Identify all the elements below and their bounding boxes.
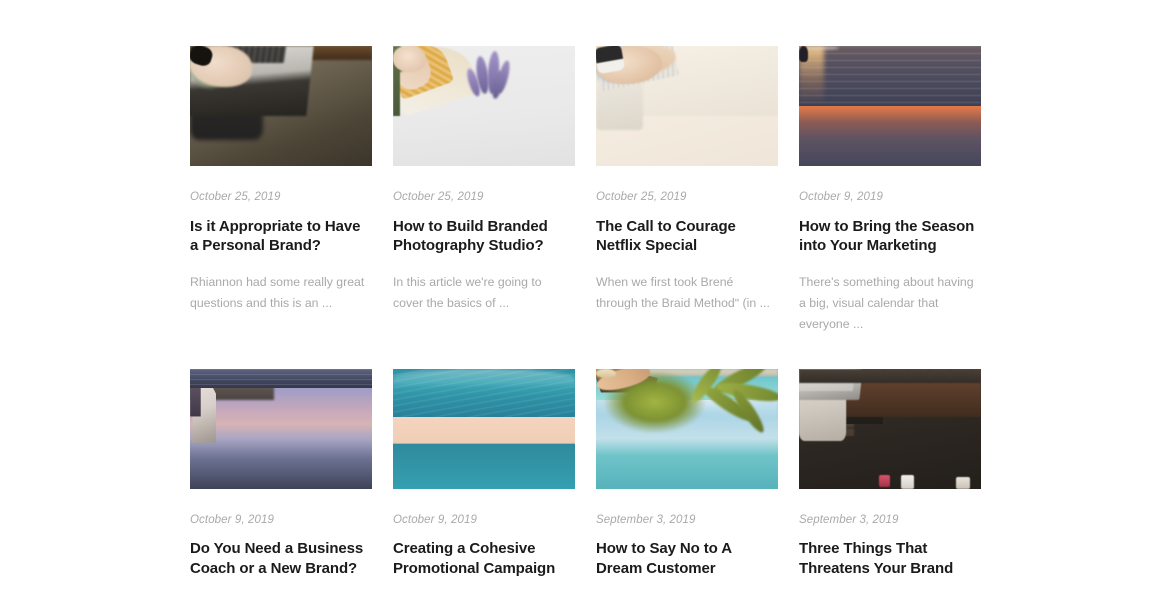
post-date: September 3, 2019 <box>799 513 899 526</box>
post-card[interactable]: October 25, 2019 Is it Appropriate to Ha… <box>190 46 372 336</box>
woman-typing-on-laptop-photo[interactable] <box>190 46 372 166</box>
post-date: September 3, 2019 <box>596 513 696 526</box>
post-date: October 9, 2019 <box>799 191 883 203</box>
post-title[interactable]: The Call to Courage Netflix Special <box>596 217 778 257</box>
post-excerpt: Yet, from experience we know that our ow… <box>393 595 575 600</box>
post-date: October 25, 2019 <box>596 191 687 203</box>
post-excerpt: Kathleen here and lately I've been recei… <box>190 595 372 600</box>
post-title[interactable]: Do You Need a Business Coach or a New Br… <box>190 539 372 579</box>
post-excerpt: When you say no to this kind of dream cu… <box>596 595 778 600</box>
post-title[interactable]: Is it Appropriate to Have a Personal Bra… <box>190 217 372 257</box>
castle-lake-mountains-photo[interactable] <box>190 368 372 489</box>
post-card[interactable]: October 9, 2019 Do You Need a Business C… <box>190 368 372 600</box>
post-title[interactable]: How to Say No to A Dream Customer <box>596 539 778 579</box>
post-date: October 25, 2019 <box>393 191 484 203</box>
post-card[interactable]: October 9, 2019 How to Bring the Season … <box>799 46 981 336</box>
post-grid: October 25, 2019 Is it Appropriate to Ha… <box>190 46 981 600</box>
post-date: October 9, 2019 <box>190 513 274 526</box>
ocean-sunset-surfer-photo[interactable] <box>799 46 981 166</box>
turquoise-ocean-island-photo[interactable] <box>393 368 575 489</box>
post-date: October 9, 2019 <box>393 513 477 526</box>
tropical-palm-beach-photo[interactable] <box>596 368 778 489</box>
couple-couch-laptop-photo[interactable] <box>799 368 981 489</box>
post-excerpt: At first glance, Confusing is the opposi… <box>799 595 981 600</box>
post-title[interactable]: Three Things That Threatens Your Brand <box>799 539 981 579</box>
post-title[interactable]: Creating a Cohesive Promotional Campaign <box>393 539 575 579</box>
blog-post-grid-page: October 25, 2019 Is it Appropriate to Ha… <box>0 0 1170 600</box>
desk-keyboard-hands-photo[interactable] <box>596 46 778 166</box>
post-card[interactable]: October 25, 2019 The Call to Courage Net… <box>596 46 778 336</box>
post-card[interactable]: October 9, 2019 Creating a Cohesive Prom… <box>393 368 575 600</box>
post-card[interactable]: September 3, 2019 How to Say No to A Dre… <box>596 368 778 600</box>
post-excerpt: Rhiannon had some really great questions… <box>190 275 365 311</box>
post-card[interactable]: October 25, 2019 How to Build Branded Ph… <box>393 46 575 336</box>
post-card[interactable]: September 3, 2019 Three Things That Thre… <box>799 368 981 600</box>
post-excerpt: There's something about having a big, vi… <box>799 275 974 332</box>
post-title[interactable]: How to Build Branded Photography Studio? <box>393 217 575 257</box>
post-title[interactable]: How to Bring the Season into Your Market… <box>799 217 981 257</box>
post-excerpt: In this article we're going to cover the… <box>393 275 542 311</box>
post-excerpt: When we first took Brené through the Bra… <box>596 275 770 311</box>
post-date: October 25, 2019 <box>190 191 281 203</box>
hand-holding-lavender-photo[interactable] <box>393 46 575 166</box>
